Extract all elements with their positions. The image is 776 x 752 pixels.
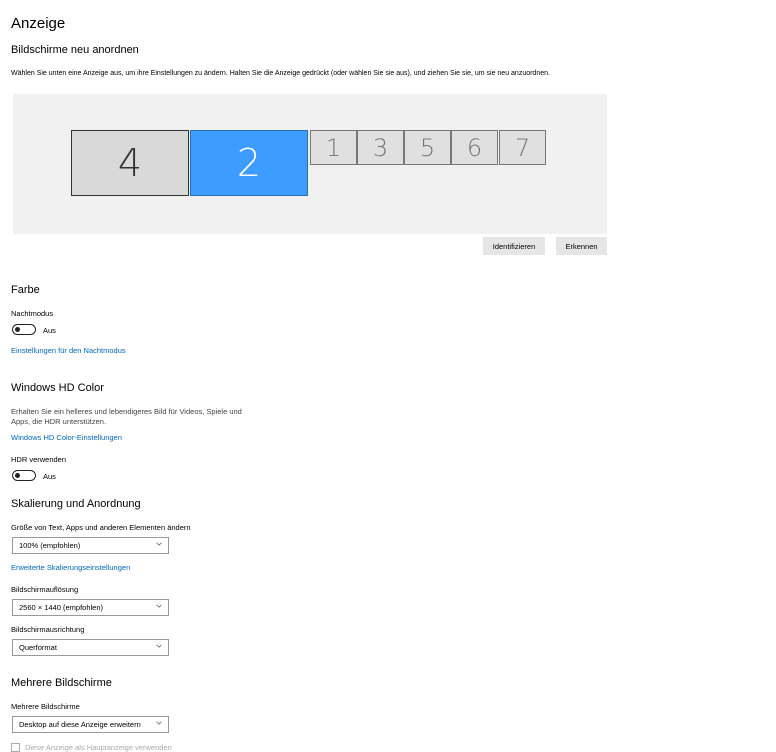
chevron-down-icon <box>156 644 162 648</box>
toggle-knob <box>15 472 20 478</box>
monitor-1[interactable]: 1 <box>310 130 357 165</box>
resolution-dropdown[interactable]: 2560 × 1440 (empfohlen) <box>12 599 169 616</box>
nightmode-settings-link[interactable]: Einstellungen für den Nachtmodus <box>11 346 126 355</box>
identify-button[interactable]: Identifizieren <box>483 237 545 255</box>
chevron-down-icon <box>156 721 162 725</box>
chevron-down-icon <box>156 542 162 546</box>
scale-size-dropdown[interactable]: 100% (empfohlen) <box>12 537 169 554</box>
monitor-4[interactable]: 4 <box>71 130 189 196</box>
monitor-7[interactable]: 7 <box>499 130 546 165</box>
hdr-toggle[interactable] <box>12 470 36 481</box>
resolution-label: Bildschirmauflösung <box>11 585 79 594</box>
arrange-heading: Bildschirme neu anordnen <box>11 44 139 56</box>
main-display-checkbox-label: Diese Anzeige als Hauptanzeige verwenden <box>25 743 172 752</box>
advanced-scaling-link[interactable]: Erweiterte Skalierungseinstellungen <box>11 563 130 572</box>
orientation-label: Bildschirmausrichtung <box>11 625 85 634</box>
hdr-description: Erhalten Sie ein helleres und lebendiger… <box>11 407 242 426</box>
nightmode-label: Nachtmodus <box>11 309 54 318</box>
multi-display-dropdown[interactable]: Desktop auf diese Anzeige erweitern <box>12 716 169 733</box>
multi-display-label: Mehrere Bildschirme <box>11 702 80 711</box>
display-arrangement-area[interactable]: 4 2 1 3 5 6 7 <box>13 94 607 234</box>
detect-button[interactable]: Erkennen <box>556 237 607 255</box>
hdr-heading: Windows HD Color <box>11 382 104 394</box>
main-display-checkbox[interactable] <box>11 743 20 752</box>
scale-size-value: 100% (empfohlen) <box>19 541 81 550</box>
color-heading: Farbe <box>11 284 40 296</box>
multi-display-value: Desktop auf diese Anzeige erweitern <box>19 720 141 729</box>
main-display-checkbox-row[interactable]: Diese Anzeige als Hauptanzeige verwenden <box>11 743 172 752</box>
scale-size-label: Größe von Text, Apps und anderen Element… <box>11 523 191 532</box>
hdr-settings-link[interactable]: Windows HD Color-Einstellungen <box>11 433 122 442</box>
monitor-5[interactable]: 5 <box>404 130 451 165</box>
multi-display-heading: Mehrere Bildschirme <box>11 677 112 689</box>
orientation-value: Querformat <box>19 643 57 652</box>
page-title: Anzeige <box>11 15 66 32</box>
nightmode-toggle[interactable] <box>12 324 36 335</box>
toggle-knob <box>15 326 20 332</box>
scale-heading: Skalierung und Anordnung <box>11 498 141 510</box>
arrange-description: Wählen Sie unten eine Anzeige aus, um ih… <box>11 70 550 77</box>
orientation-dropdown[interactable]: Querformat <box>12 639 169 656</box>
monitor-2[interactable]: 2 <box>190 130 308 196</box>
resolution-value: 2560 × 1440 (empfohlen) <box>19 603 104 612</box>
chevron-down-icon <box>156 604 162 608</box>
monitor-3[interactable]: 3 <box>357 130 404 165</box>
monitor-6[interactable]: 6 <box>451 130 498 165</box>
hdr-use-label: HDR verwenden <box>11 455 67 464</box>
hdr-state: Aus <box>43 472 56 481</box>
nightmode-state: Aus <box>43 326 56 335</box>
